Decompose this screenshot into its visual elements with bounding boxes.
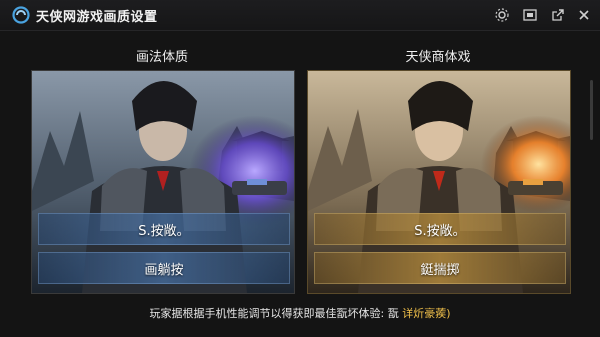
left-option-primary-button[interactable]: S.按敞。 bbox=[38, 213, 290, 245]
popout-icon[interactable] bbox=[550, 7, 566, 23]
right-option-primary-button[interactable]: S.按敞。 bbox=[314, 213, 566, 245]
app-logo-icon bbox=[12, 6, 30, 24]
left-option-secondary-button[interactable]: 画躺按 bbox=[38, 252, 290, 284]
quality-card-right[interactable]: S.按敞。 鋌揣掷 bbox=[307, 70, 571, 294]
screenshot-icon[interactable] bbox=[522, 7, 538, 23]
right-option-secondary-button[interactable]: 鋌揣掷 bbox=[314, 252, 566, 284]
details-link[interactable]: 详炘豪蒺) bbox=[402, 307, 450, 320]
close-icon[interactable] bbox=[576, 7, 592, 23]
quality-card-left[interactable]: S.按敞。 画躺按 bbox=[31, 70, 295, 294]
title-bar: 天侠网游戏画质设置 bbox=[0, 0, 600, 31]
left-column-title: 画法体质 bbox=[135, 50, 188, 65]
footer-hint: 玩家据根据手机性能调节以得获即最佳翫坏体验: 翫 详炘豪蒺) bbox=[0, 305, 600, 321]
right-column-title: 天侠商体戏 bbox=[405, 50, 471, 65]
scrollbar[interactable] bbox=[590, 80, 593, 140]
settings-icon[interactable] bbox=[494, 7, 510, 23]
footer-hint-text: 玩家据根据手机性能调节以得获即最佳翫坏体验: 翫 bbox=[149, 307, 399, 320]
window-title: 天侠网游戏画质设置 bbox=[36, 10, 158, 25]
